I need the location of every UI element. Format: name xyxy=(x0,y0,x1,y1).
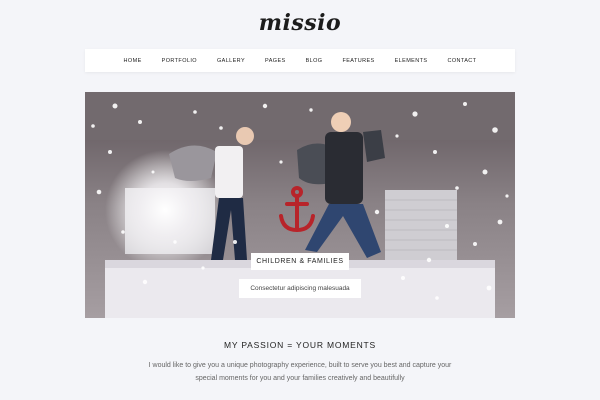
nav-item-gallery[interactable]: GALLERY xyxy=(207,58,255,64)
nav-item-contact[interactable]: CONTACT xyxy=(437,58,486,64)
nav-item-elements[interactable]: ELEMENTS xyxy=(385,58,438,64)
nav-item-pages[interactable]: PAGES xyxy=(255,58,296,64)
intro-title: MY PASSION = YOUR MOMENTS xyxy=(223,340,376,350)
nav-item-home[interactable]: HOME xyxy=(114,58,152,64)
nav-item-portfolio[interactable]: PORTFOLIO xyxy=(152,58,207,64)
main-nav: HOME PORTFOLIO GALLERY PAGES BLOG FEATUR… xyxy=(85,49,515,72)
site-logo[interactable]: missio xyxy=(0,10,600,36)
nav-item-blog[interactable]: BLOG xyxy=(296,58,333,64)
hero-caption-title[interactable]: CHILDREN & FAMILIES xyxy=(251,253,349,270)
nav-item-features[interactable]: FEATURES xyxy=(332,58,384,64)
intro-body: I would like to give you a unique photog… xyxy=(148,362,452,382)
hero-caption-subtitle: Consectetur adipiscing malesuada xyxy=(239,279,361,298)
